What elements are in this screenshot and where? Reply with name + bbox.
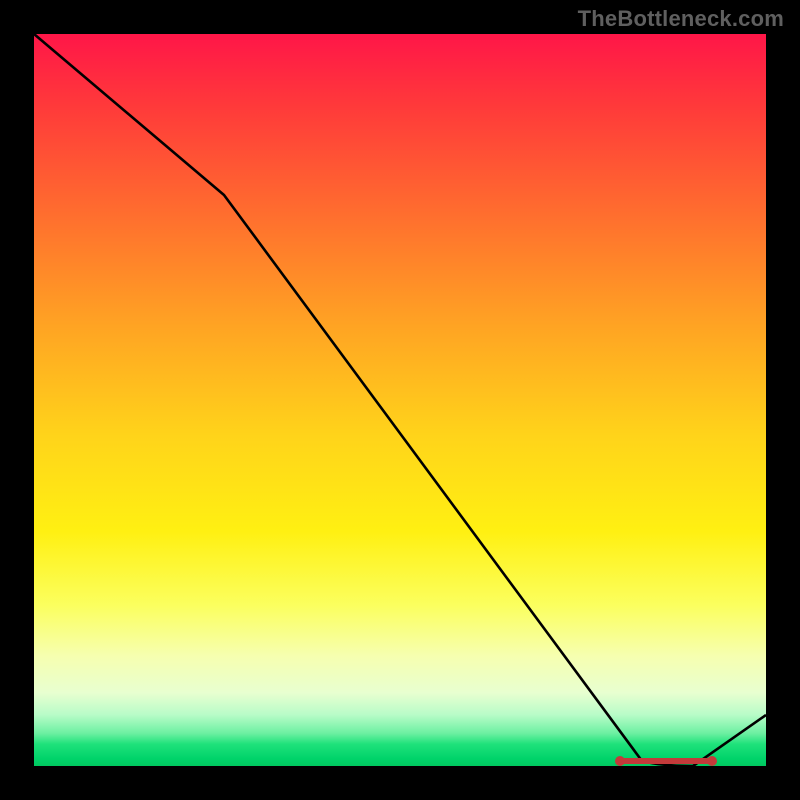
chart-series-line (34, 34, 766, 766)
chart-line (34, 34, 766, 766)
chart-frame: TheBottleneck.com (0, 0, 800, 800)
chart-plot-area (34, 34, 766, 766)
watermark-label: TheBottleneck.com (578, 6, 784, 32)
chart-low-markers (615, 756, 717, 766)
